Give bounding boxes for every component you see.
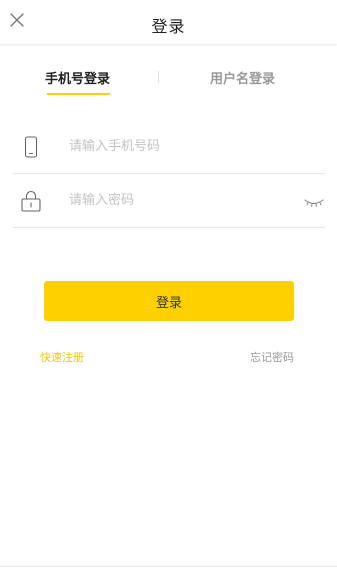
tab-username-login[interactable]: 用户名登录 [210, 68, 275, 87]
eye-closed-icon[interactable] [303, 194, 325, 207]
lock-icon [21, 190, 41, 212]
active-tab-indicator [47, 93, 110, 95]
page-title: 登录 [151, 17, 186, 36]
password-field [13, 174, 325, 228]
login-tabs: 手机号登录 用户名登录 [0, 60, 337, 100]
forgot-password-link[interactable]: 忘记密码 [250, 349, 294, 365]
header-bar: 登录 [0, 0, 337, 45]
phone-field [13, 120, 325, 174]
phone-icon [21, 136, 41, 158]
login-button[interactable]: 登录 [44, 281, 294, 321]
bottom-divider [0, 566, 337, 567]
tab-divider [158, 71, 159, 83]
tab-phone-login[interactable]: 手机号登录 [45, 68, 110, 87]
register-link[interactable]: 快速注册 [40, 349, 84, 365]
phone-input[interactable] [69, 135, 289, 157]
password-input[interactable] [69, 189, 289, 211]
